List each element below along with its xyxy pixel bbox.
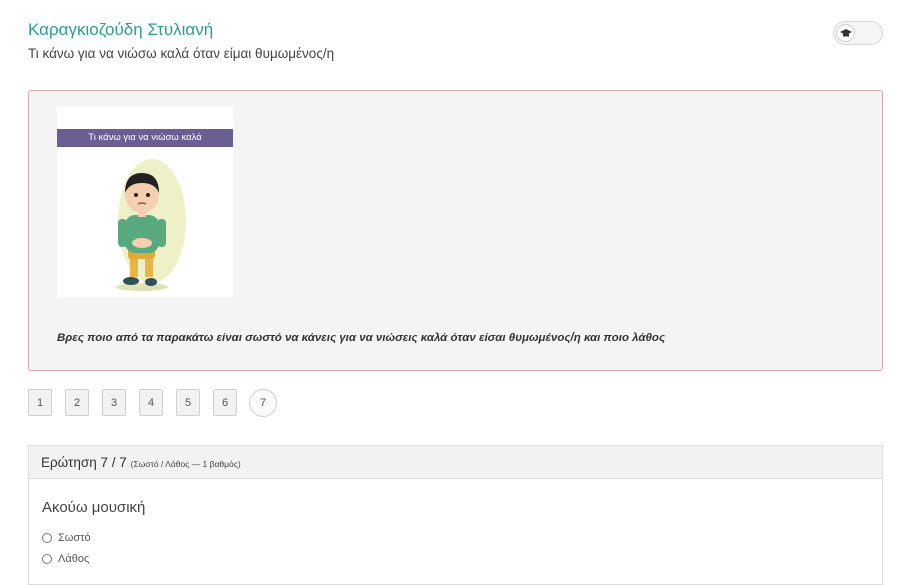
- page-button-7-current[interactable]: 7: [249, 389, 277, 417]
- illustration-card: Τι κάνω για να νιώσω καλά: [57, 107, 233, 297]
- question-type-meta: (Σωστό / Λάθος — 1 βαθμός): [130, 459, 241, 469]
- option-label: Λάθος: [58, 553, 90, 565]
- child-illustration: [116, 159, 186, 291]
- option-true[interactable]: Σωστό: [42, 532, 91, 544]
- option-label: Σωστό: [58, 532, 91, 544]
- question-stem-panel: Τι κάνω για να νιώσω καλά Βρες ποιο από …: [28, 90, 883, 371]
- illustration-banner: Τι κάνω για να νιώσω καλά: [57, 129, 233, 147]
- page-button-4[interactable]: 4: [139, 389, 163, 416]
- radio-button[interactable]: [42, 533, 52, 543]
- instruction-text: Βρες ποιο από τα παρακάτω είναι σωστό να…: [57, 332, 666, 344]
- option-false[interactable]: Λάθος: [42, 553, 89, 565]
- mode-toggle[interactable]: [833, 21, 883, 45]
- student-name: Καραγκιοζούδη Στυλιανή: [28, 20, 214, 39]
- page-button-5[interactable]: 5: [176, 389, 200, 416]
- page-button-6[interactable]: 6: [213, 389, 237, 416]
- radio-button[interactable]: [42, 554, 52, 564]
- quiz-title: Τι κάνω για να νιώσω καλά όταν είμαι θυμ…: [28, 46, 335, 61]
- page-button-3[interactable]: 3: [102, 389, 126, 416]
- question-number: Ερώτηση 7 / 7: [41, 455, 127, 470]
- graduation-cap-icon: [836, 24, 855, 42]
- question-heading: Ερώτηση 7 / 7 (Σωστό / Λάθος — 1 βαθμός): [41, 455, 241, 470]
- page-button-2[interactable]: 2: [65, 389, 89, 416]
- question-header: Ερώτηση 7 / 7 (Σωστό / Λάθος — 1 βαθμός): [29, 446, 882, 479]
- page-button-1[interactable]: 1: [28, 389, 52, 416]
- question-text: Ακούω μουσική: [42, 499, 146, 516]
- quiz-page: Καραγκιοζούδη Στυλιανή Τι κάνω για να νι…: [0, 0, 901, 585]
- question-card: Ερώτηση 7 / 7 (Σωστό / Λάθος — 1 βαθμός)…: [28, 445, 883, 585]
